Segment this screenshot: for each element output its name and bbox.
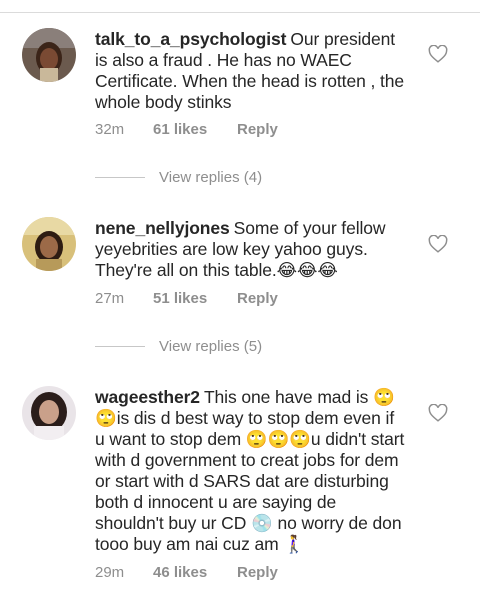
view-replies-label[interactable]: View replies (5) xyxy=(159,338,262,355)
avatar[interactable] xyxy=(22,28,76,82)
view-replies-button[interactable]: View replies (5) xyxy=(95,336,262,356)
comment-time: 29m xyxy=(95,564,125,581)
heart-outline-icon[interactable] xyxy=(428,235,448,253)
heart-outline-icon[interactable] xyxy=(428,404,448,422)
comment-text: nene_nellyjones Some of your fellow yeyeb… xyxy=(95,218,405,281)
avatar[interactable] xyxy=(22,217,76,271)
comment-meta: 32m 61 likes Reply xyxy=(95,121,278,138)
comment-text: wageesther2 This one have mad is 🙄🙄is dis… xyxy=(95,387,405,555)
view-replies-line xyxy=(95,176,145,178)
comment-likes[interactable]: 61 likes xyxy=(153,121,237,138)
view-replies-line xyxy=(95,345,145,347)
comment-text: talk_to_a_psychologist Our president is a… xyxy=(95,29,405,113)
comment-meta: 27m 51 likes Reply xyxy=(95,290,278,307)
avatar[interactable] xyxy=(22,386,76,440)
comment-username[interactable]: nene_nellyjones xyxy=(95,218,230,238)
comment-username[interactable]: talk_to_a_psychologist xyxy=(95,29,286,49)
comment-meta: 29m 46 likes Reply xyxy=(95,564,278,581)
comment-likes[interactable]: 51 likes xyxy=(153,290,237,307)
reply-button[interactable]: Reply xyxy=(237,564,278,581)
comment-username[interactable]: wageesther2 xyxy=(95,387,200,407)
reply-button[interactable]: Reply xyxy=(237,121,278,138)
view-replies-label[interactable]: View replies (4) xyxy=(159,169,262,186)
comment-time: 27m xyxy=(95,290,125,307)
top-divider xyxy=(0,12,480,13)
reply-button[interactable]: Reply xyxy=(237,290,278,307)
comment-time: 32m xyxy=(95,121,125,138)
view-replies-button[interactable]: View replies (4) xyxy=(95,167,262,187)
heart-outline-icon[interactable] xyxy=(428,45,448,63)
comment-body: This one have mad is 🙄🙄is dis d best way… xyxy=(95,387,405,554)
comment-likes[interactable]: 46 likes xyxy=(153,564,237,581)
